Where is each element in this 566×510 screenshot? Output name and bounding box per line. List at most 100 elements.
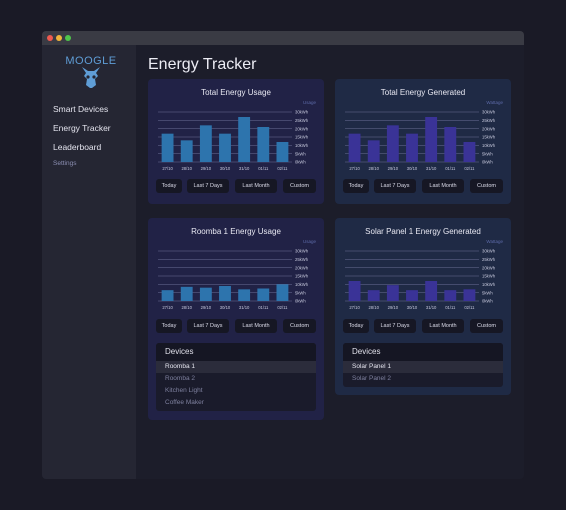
bar	[386, 285, 399, 301]
card-title: Solar Panel 1 Energy Generated	[365, 227, 481, 236]
x-tick-label: 27/10	[162, 166, 173, 171]
devices-heading: Devices	[343, 343, 503, 361]
devices-list: Devices Solar Panel 1 Solar Panel 2	[343, 343, 503, 387]
bar	[444, 290, 457, 301]
last-7-days-button[interactable]: Last 7 Days	[187, 319, 229, 333]
bar	[199, 287, 212, 301]
last-7-days-button[interactable]: Last 7 Days	[374, 179, 416, 193]
bar	[386, 125, 399, 162]
today-button[interactable]: Today	[156, 179, 182, 193]
y-tick-label: 5kWh	[295, 151, 306, 156]
y-tick-label: 5kWh	[482, 151, 493, 156]
maximize-window-button[interactable]	[65, 35, 71, 41]
sidebar-item-settings[interactable]: Settings	[53, 160, 77, 167]
x-tick-label: 02/11	[464, 305, 475, 310]
x-tick-label: 29/10	[388, 166, 399, 171]
bar	[406, 290, 418, 301]
device-item-kitchen-light[interactable]: Kitchen Light	[156, 385, 316, 397]
x-tick-label: 28/10	[181, 305, 192, 310]
y-tick-label: 25kWh	[482, 257, 496, 262]
y-tick-label: 30kWh	[482, 249, 496, 254]
y-tick-label: 30kWh	[295, 110, 309, 115]
mascot-icon	[82, 67, 100, 88]
bar	[219, 286, 231, 301]
card-title: Total Energy Usage	[201, 88, 271, 97]
sidebar-item-leaderboard[interactable]: Leaderboard	[53, 142, 101, 152]
bar	[276, 284, 289, 301]
page-title: Energy Tracker	[148, 56, 257, 73]
x-tick-label: 30/10	[220, 166, 231, 171]
bar	[161, 133, 174, 162]
device-item-roomba-1[interactable]: Roomba 1	[156, 361, 316, 373]
card-title: Roomba 1 Energy Usage	[191, 227, 281, 236]
x-tick-label: 02/11	[277, 166, 288, 171]
today-button[interactable]: Today	[343, 319, 369, 333]
last-month-button[interactable]: Last Month	[422, 319, 464, 333]
last-7-days-button[interactable]: Last 7 Days	[374, 319, 416, 333]
bar	[425, 281, 438, 301]
y-tick-label: 15kWh	[295, 274, 309, 279]
roomba-usage-chart: 0kWh 5kWh 10kWh 15kWh 20kWh 25kWh 30kWh 27/10 28…	[158, 249, 309, 310]
roomba-usage-card: Roomba 1 Energy Usage Usage 0kWh 5kWh 10kW…	[148, 218, 324, 420]
total-generated-card: Total Energy Generated Wattage 0kWh 5kWh 1…	[335, 79, 511, 204]
bar	[199, 125, 212, 162]
total-generated-chart: 0kWh 5kWh 10kWh 15kWh 20kWh 25kWh 30kWh 27/10 28…	[345, 110, 496, 171]
today-button[interactable]: Today	[343, 179, 369, 193]
y-tick-label: 30kWh	[482, 110, 496, 115]
bar	[463, 289, 476, 301]
close-window-button[interactable]	[47, 35, 53, 41]
custom-button[interactable]: Custom	[470, 179, 503, 193]
x-tick-label: 31/10	[239, 305, 250, 310]
bar	[180, 286, 193, 301]
bar	[367, 140, 380, 162]
y-tick-label: 10kWh	[482, 282, 496, 287]
x-tick-label: 30/10	[407, 305, 418, 310]
y-tick-label: 0kWh	[295, 160, 306, 165]
total-usage-card: Total Energy Usage Usage 0kWh 5kWh 10kWh 15…	[148, 79, 324, 204]
bar	[257, 127, 270, 162]
y-tick-label: 30kWh	[295, 249, 309, 254]
total-usage-chart: 0kWh 5kWh 10kWh 15kWh 20kWh 25kWh 30kWh 27/10 28…	[158, 110, 309, 171]
last-month-button[interactable]: Last Month	[235, 179, 277, 193]
x-tick-label: 27/10	[349, 305, 360, 310]
y-tick-label: 5kWh	[482, 290, 493, 295]
today-button[interactable]: Today	[156, 319, 182, 333]
custom-button[interactable]: Custom	[283, 319, 316, 333]
x-tick-label: 01/11	[445, 305, 456, 310]
last-7-days-button[interactable]: Last 7 Days	[187, 179, 229, 193]
last-month-button[interactable]: Last Month	[422, 179, 464, 193]
y-axis-label: Usage	[302, 239, 316, 244]
devices-heading: Devices	[156, 343, 316, 361]
y-tick-label: 10kWh	[482, 143, 496, 148]
y-tick-label: 25kWh	[295, 257, 309, 262]
y-tick-label: 20kWh	[295, 126, 309, 131]
x-tick-label: 31/10	[426, 305, 437, 310]
bar	[180, 140, 193, 162]
y-tick-label: 5kWh	[295, 290, 306, 295]
device-item-roomba-2[interactable]: Roomba 2	[156, 373, 316, 385]
x-tick-label: 28/10	[368, 305, 379, 310]
x-tick-label: 31/10	[239, 166, 250, 171]
x-tick-label: 29/10	[201, 166, 212, 171]
app-logo[interactable]: MOOGLE	[62, 55, 120, 89]
last-month-button[interactable]: Last Month	[235, 319, 277, 333]
bar	[444, 127, 457, 162]
minimize-window-button[interactable]	[56, 35, 62, 41]
sidebar: MOOGLE Smart Devices Energy Tracker Lead…	[42, 45, 136, 479]
sidebar-item-smart-devices[interactable]: Smart Devices	[53, 104, 108, 114]
x-tick-label: 30/10	[220, 305, 231, 310]
device-item-coffee-maker[interactable]: Coffee Maker	[156, 397, 316, 409]
bar	[463, 142, 476, 162]
custom-button[interactable]: Custom	[470, 319, 503, 333]
x-tick-label: 31/10	[426, 166, 437, 171]
sidebar-item-energy-tracker[interactable]: Energy Tracker	[53, 123, 111, 133]
bar	[219, 133, 231, 162]
x-tick-label: 27/10	[349, 166, 360, 171]
y-tick-label: 10kWh	[295, 282, 309, 287]
y-tick-label: 0kWh	[482, 299, 493, 304]
device-item-solar-panel-1[interactable]: Solar Panel 1	[343, 361, 503, 373]
custom-button[interactable]: Custom	[283, 179, 316, 193]
y-tick-label: 0kWh	[295, 299, 306, 304]
device-item-solar-panel-2[interactable]: Solar Panel 2	[343, 373, 503, 385]
bar	[238, 289, 251, 301]
